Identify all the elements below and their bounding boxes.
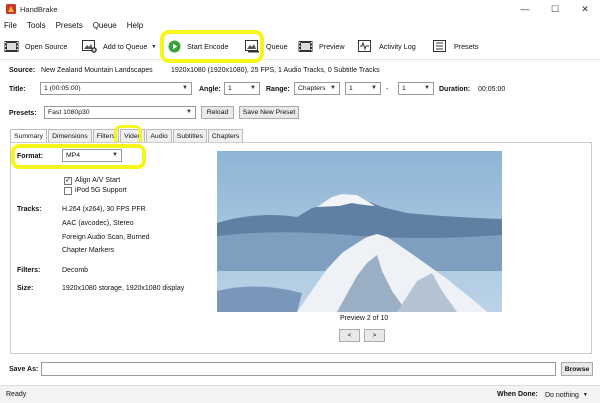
save-as-label: Save As:: [9, 366, 39, 373]
range-start-value: 1: [349, 85, 353, 92]
format-highlight: [11, 144, 146, 169]
title-label: Title:: [9, 86, 26, 93]
menu-file[interactable]: File: [4, 21, 17, 30]
align-av-label: Align A/V Start: [75, 177, 121, 184]
film-icon: [4, 41, 19, 52]
maximize-button[interactable]: ☐: [540, 0, 570, 18]
filters-label: Filters:: [17, 267, 41, 274]
range-end-select[interactable]: 1 ▼: [398, 82, 434, 95]
chevron-down-icon: ▼: [330, 85, 336, 91]
add-to-queue-icon: [82, 40, 97, 53]
ipod-label: iPod 5G Support: [75, 187, 127, 194]
chevron-down-icon: ▼: [582, 392, 588, 398]
handbrake-logo-icon: [6, 4, 16, 14]
presets-select[interactable]: Fast 1080p30 ▼: [44, 106, 196, 119]
align-av-checkbox[interactable]: [64, 176, 72, 185]
title-select[interactable]: 1 (00:05:00) ▼: [40, 82, 192, 95]
presets-icon: [433, 40, 446, 52]
tab-dimensions[interactable]: Dimensions: [48, 129, 92, 142]
chevron-down-icon: ▼: [250, 85, 256, 91]
size-value: 1920x1080 storage, 1920x1080 display: [62, 285, 185, 292]
track-item: Foreign Audio Scan, Burned: [62, 234, 150, 241]
when-done-select[interactable]: Do nothing ▼: [545, 389, 597, 401]
ipod-checkbox[interactable]: [64, 187, 72, 195]
chevron-down-icon: ▼: [424, 85, 430, 91]
title-bar: HandBrake — ☐ ✕: [0, 0, 600, 18]
chevron-down-icon: ▼: [186, 109, 192, 115]
range-dash: -: [386, 86, 389, 93]
status-text: Ready: [6, 391, 27, 398]
track-item: H.264 (x264), 30 FPS PFR: [62, 206, 146, 213]
open-source-label: Open Source: [25, 42, 68, 51]
window-title: HandBrake: [20, 4, 58, 14]
start-encode-highlight: [160, 30, 264, 63]
source-label: Source:: [9, 67, 36, 74]
preview-label: Preview: [319, 42, 345, 51]
duration-value: 00:05:00: [478, 86, 506, 93]
range-type-select[interactable]: Chapters ▼: [294, 82, 340, 95]
when-done-value: Do nothing: [545, 391, 579, 399]
presets-row-label: Presets:: [9, 110, 37, 117]
chevron-down-icon: ▼: [182, 85, 188, 91]
preview-button[interactable]: Preview: [298, 33, 345, 60]
close-button[interactable]: ✕: [570, 0, 600, 18]
angle-label: Angle:: [199, 86, 221, 93]
source-details: 1920x1080 (1920x1080), 25 FPS, 1 Audio T…: [171, 67, 380, 74]
activity-log-label: Activity Log: [379, 42, 416, 51]
add-to-queue-label: Add to Queue: [103, 42, 148, 51]
preview-next-button[interactable]: >: [364, 329, 385, 342]
browse-button[interactable]: Browse: [561, 362, 593, 376]
duration-label: Duration:: [439, 86, 471, 93]
angle-select[interactable]: 1 ▼: [224, 82, 260, 95]
tab-subtitles[interactable]: Subtitles: [172, 129, 207, 142]
tab-chapters[interactable]: Chapters: [207, 129, 244, 142]
activity-log-button[interactable]: Activity Log: [358, 33, 416, 60]
when-done-label: When Done:: [497, 391, 538, 398]
activity-log-icon: [358, 40, 371, 52]
presets-label: Presets: [454, 42, 479, 51]
presets-select-value: Fast 1080p30: [48, 109, 90, 116]
range-label: Range:: [266, 86, 290, 93]
tab-summary[interactable]: Summary: [10, 129, 48, 143]
open-source-button[interactable]: Open Source: [4, 33, 67, 60]
tracks-label: Tracks:: [17, 206, 42, 213]
menu-bar: File Tools Presets Queue Help: [0, 18, 600, 33]
tab-audio[interactable]: Audio: [146, 129, 172, 142]
chevron-down-icon[interactable]: ▼: [151, 44, 156, 50]
menu-help[interactable]: Help: [127, 21, 143, 30]
add-to-queue-button[interactable]: Add to Queue ▼: [82, 33, 156, 60]
track-item: Chapter Markers: [62, 247, 115, 254]
angle-select-value: 1: [228, 85, 232, 92]
save-as-input[interactable]: [41, 362, 556, 376]
range-type-value: Chapters: [298, 85, 326, 92]
track-item: AAC (avcodec), Stereo: [62, 220, 134, 227]
range-end-value: 1: [402, 85, 406, 92]
preview-image: [217, 151, 502, 312]
menu-tools[interactable]: Tools: [27, 21, 46, 30]
filters-value: Decomb: [62, 267, 89, 274]
reload-button[interactable]: Reload: [201, 106, 234, 119]
save-new-preset-button[interactable]: Save New Preset: [239, 106, 299, 119]
status-bar: Ready When Done: Do nothing ▼: [0, 385, 600, 403]
queue-label: Queue: [266, 42, 288, 51]
preview-caption: Preview 2 of 10: [340, 315, 389, 322]
chevron-down-icon: ▼: [371, 85, 377, 91]
menu-presets[interactable]: Presets: [56, 21, 83, 30]
presets-button[interactable]: Presets: [433, 33, 478, 60]
source-name: New Zealand Mountain Landscapes: [41, 67, 153, 74]
size-label: Size:: [17, 285, 34, 292]
toolbar: Open Source Add to Queue ▼ Start Encode …: [0, 33, 600, 60]
preview-prev-button[interactable]: <: [339, 329, 360, 342]
preview-film-icon: [298, 41, 313, 52]
range-start-select[interactable]: 1 ▼: [345, 82, 381, 95]
title-select-value: 1 (00:05:00): [44, 85, 81, 92]
menu-queue[interactable]: Queue: [93, 21, 117, 30]
minimize-button[interactable]: —: [510, 0, 540, 18]
